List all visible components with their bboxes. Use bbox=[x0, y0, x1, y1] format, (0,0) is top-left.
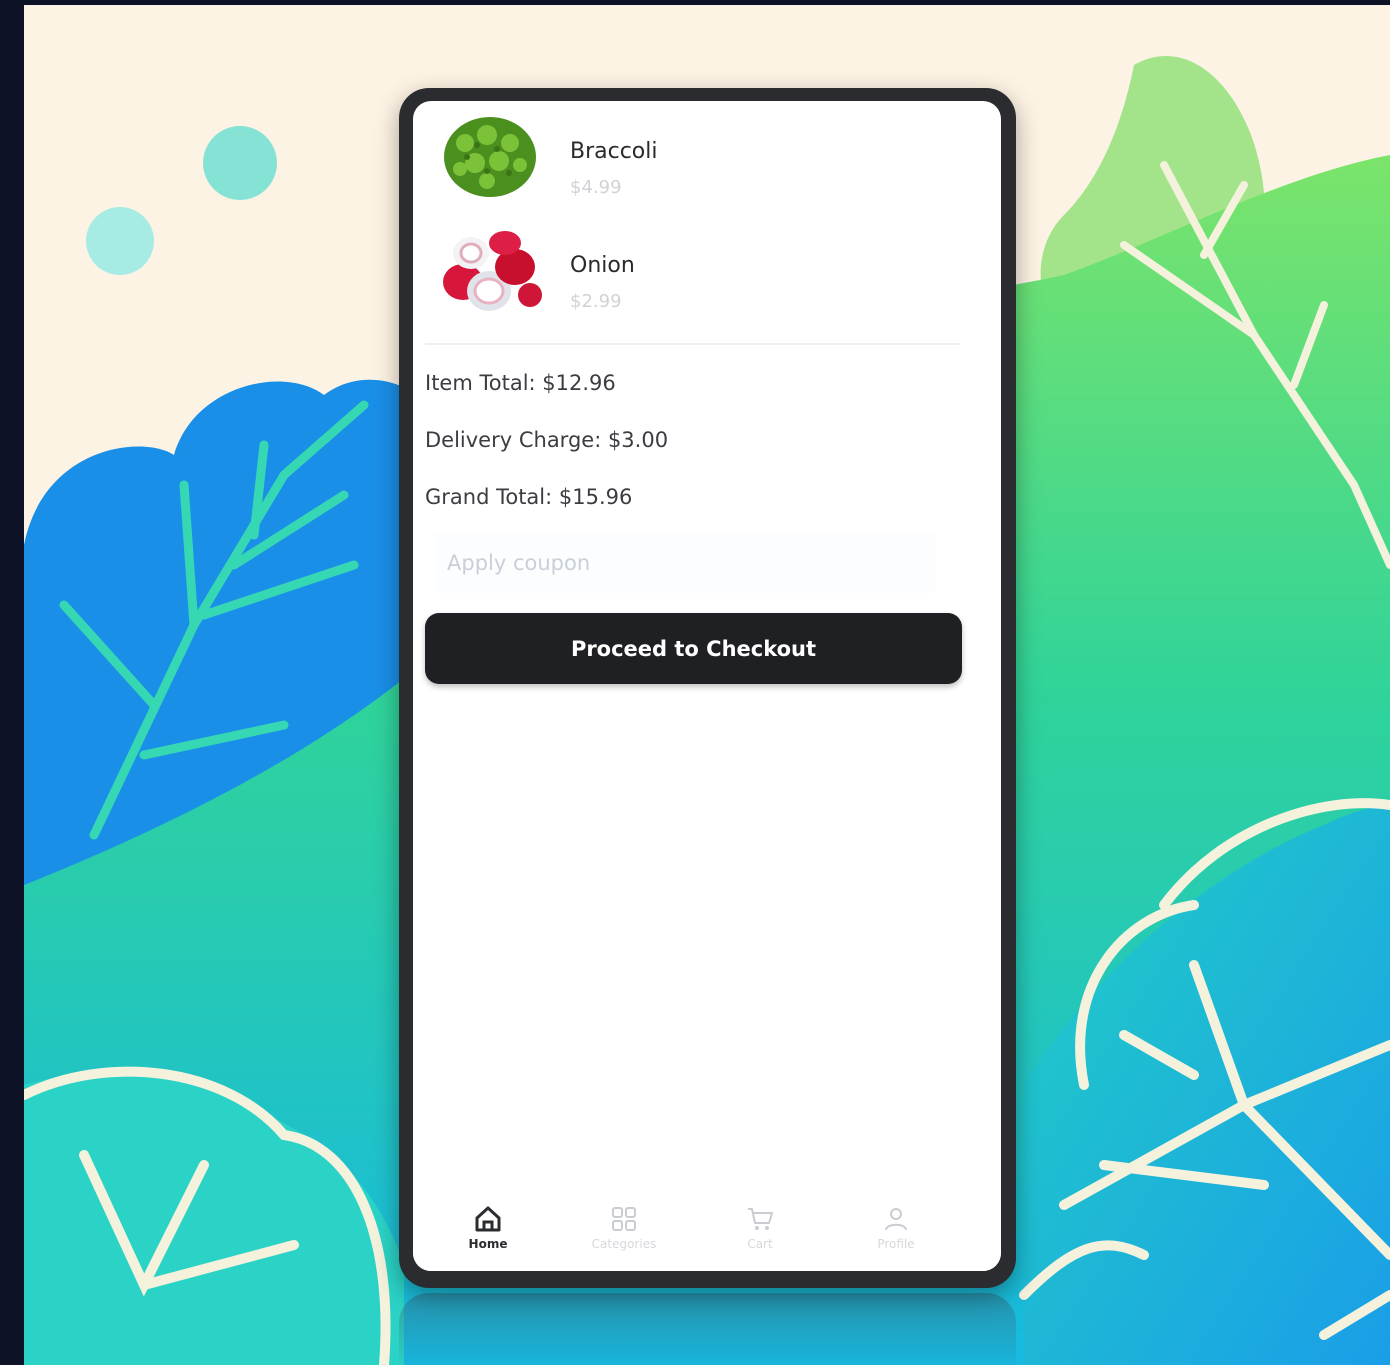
profile-icon bbox=[885, 1208, 907, 1231]
cart-screen: Braccoli $4.99 Onion $2.99 Item Total: $… bbox=[413, 101, 1001, 1271]
tab-label: Categories bbox=[591, 1237, 657, 1251]
tab-profile[interactable]: Profile bbox=[828, 1205, 964, 1251]
item-name: Braccoli bbox=[570, 139, 658, 164]
home-icon bbox=[475, 1206, 501, 1232]
tab-cart[interactable]: Cart bbox=[692, 1205, 828, 1251]
delivery-charge: Delivery Charge: $3.00 bbox=[425, 428, 669, 452]
item-price: $4.99 bbox=[570, 177, 622, 198]
cart-item[interactable]: Onion $2.99 bbox=[435, 227, 955, 327]
onion-image bbox=[443, 231, 542, 311]
item-total: Item Total: $12.96 bbox=[425, 371, 616, 395]
divider bbox=[425, 343, 960, 345]
cart-item[interactable]: Braccoli $4.99 bbox=[435, 113, 955, 213]
coupon-input[interactable] bbox=[435, 533, 935, 593]
tab-label: Home bbox=[468, 1237, 508, 1251]
proceed-to-checkout-button[interactable]: Proceed to Checkout bbox=[425, 613, 962, 684]
phone-frame: Braccoli $4.99 Onion $2.99 Item Total: $… bbox=[399, 88, 1016, 1288]
tab-categories[interactable]: Categories bbox=[556, 1205, 692, 1251]
tab-label: Profile bbox=[877, 1237, 915, 1251]
bottom-tab-bar: Home Categories Cart Profile bbox=[413, 1191, 1001, 1271]
item-price: $2.99 bbox=[570, 291, 622, 312]
promo-background: Braccoli $4.99 Onion $2.99 Item Total: $… bbox=[24, 5, 1390, 1365]
grand-total: Grand Total: $15.96 bbox=[425, 485, 633, 509]
cart-icon bbox=[748, 1208, 773, 1230]
item-name: Onion bbox=[570, 253, 635, 278]
broccoli-image bbox=[444, 117, 536, 197]
tab-home[interactable]: Home bbox=[420, 1205, 556, 1251]
phone-reflection bbox=[399, 1293, 1016, 1365]
categories-icon bbox=[612, 1207, 636, 1231]
tab-label: Cart bbox=[747, 1237, 773, 1251]
